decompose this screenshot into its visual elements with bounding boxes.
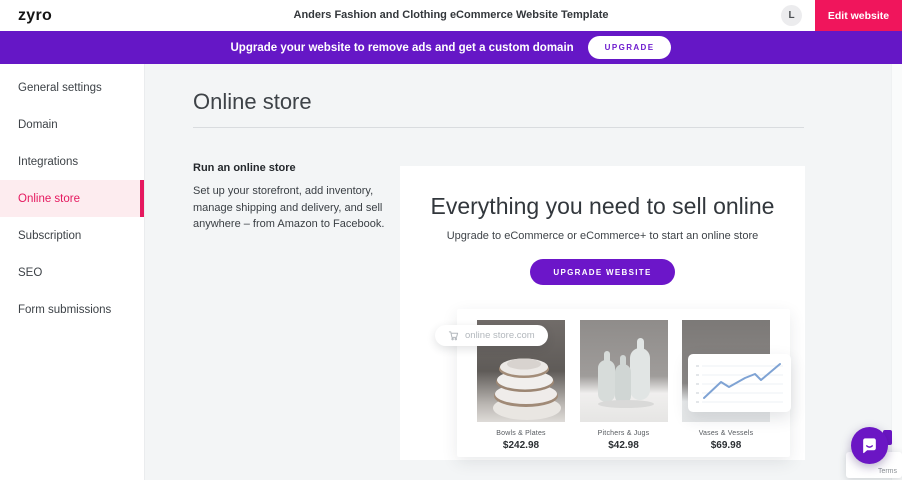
sidebar-item-form-submissions[interactable]: Form submissions — [0, 291, 144, 328]
product-price: $69.98 — [682, 440, 770, 451]
terms-link[interactable]: Terms — [878, 468, 897, 475]
store-url-pill: online store.com — [435, 325, 548, 346]
edit-website-button[interactable]: Edit website — [815, 0, 902, 31]
product-tile-pitchers: Pitchers & Jugs $42.98 — [580, 320, 668, 451]
chat-smile-icon — [860, 436, 879, 455]
sidebar-item-integrations[interactable]: Integrations — [0, 143, 144, 180]
run-store-description: Set up your storefront, add inventory, m… — [193, 183, 398, 233]
chat-button[interactable] — [851, 427, 888, 464]
page-title: Online store — [193, 89, 312, 115]
upsell-subheading: Upgrade to eCommerce or eCommerce+ to st… — [400, 230, 805, 242]
topbar: zyro Anders Fashion and Clothing eCommer… — [0, 0, 902, 31]
pitchers-product-image — [580, 320, 668, 422]
user-avatar[interactable]: L — [781, 5, 802, 26]
sidebar-item-general-settings[interactable]: General settings — [0, 69, 144, 106]
upgrade-website-button[interactable]: UPGRADE WEBSITE — [530, 259, 674, 285]
shopping-cart-icon — [448, 330, 459, 341]
banner-text: Upgrade your website to remove ads and g… — [231, 42, 574, 54]
product-price: $242.98 — [477, 440, 565, 451]
sidebar-item-subscription[interactable]: Subscription — [0, 217, 144, 254]
product-name: Vases & Vessels — [682, 430, 770, 437]
store-url-text: online store.com — [465, 330, 535, 341]
upsell-card: Everything you need to sell online Upgra… — [400, 166, 805, 460]
sidebar-item-seo[interactable]: SEO — [0, 254, 144, 291]
trend-chart — [688, 354, 791, 412]
product-name: Bowls & Plates — [477, 430, 565, 437]
upsell-heading: Everything you need to sell online — [400, 193, 805, 220]
upsell-button-row: UPGRADE WEBSITE — [400, 259, 805, 285]
settings-sidebar: General settings Domain Integrations Onl… — [0, 64, 145, 480]
run-store-heading: Run an online store — [193, 162, 398, 174]
title-divider — [193, 127, 804, 128]
banner-upgrade-button[interactable]: UPGRADE — [588, 36, 672, 59]
run-store-section: Run an online store Set up your storefro… — [193, 162, 398, 233]
main-content: Online store Run an online store Set up … — [145, 64, 902, 480]
trend-chart-card — [688, 354, 791, 412]
site-title: Anders Fashion and Clothing eCommerce We… — [0, 0, 902, 31]
sidebar-item-online-store[interactable]: Online store — [0, 180, 144, 217]
product-price: $42.98 — [580, 440, 668, 451]
product-name: Pitchers & Jugs — [580, 430, 668, 437]
upgrade-banner: Upgrade your website to remove ads and g… — [0, 31, 902, 64]
sidebar-item-domain[interactable]: Domain — [0, 106, 144, 143]
scrollbar[interactable] — [891, 64, 902, 480]
